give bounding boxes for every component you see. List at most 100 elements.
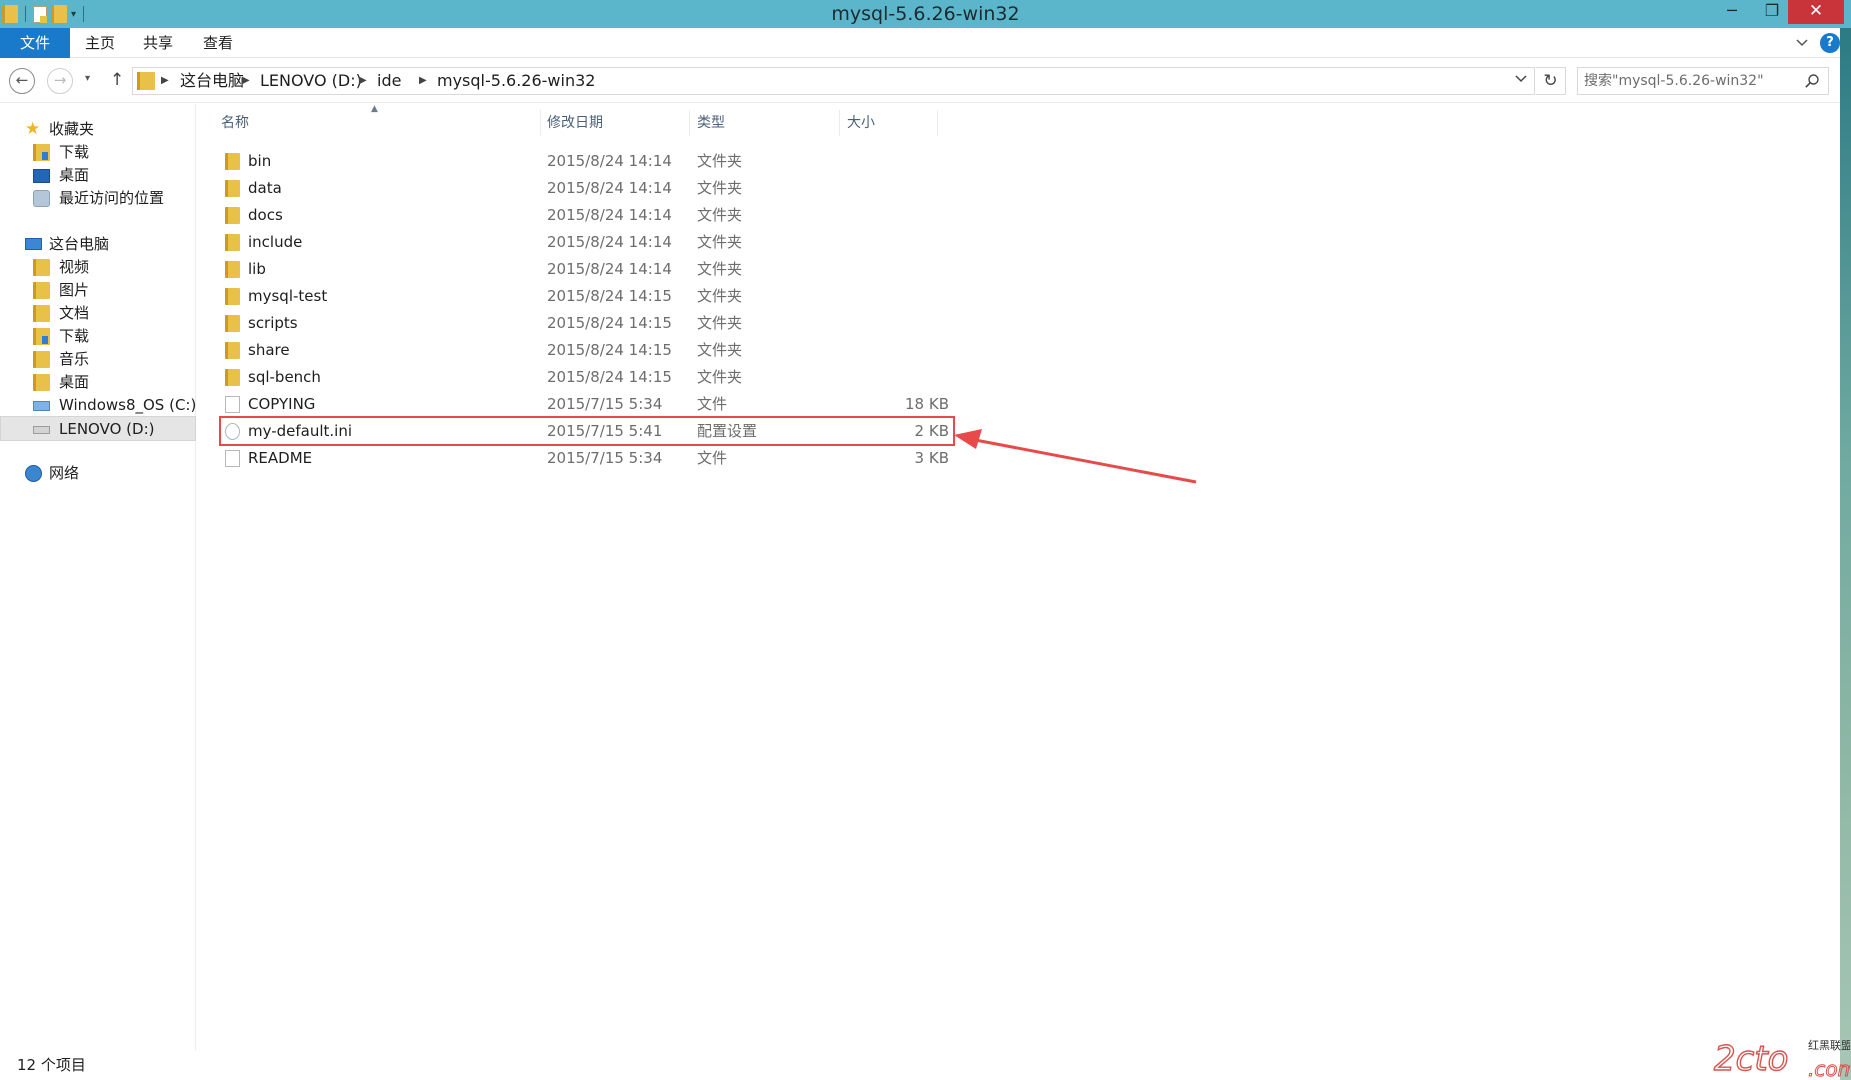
- sidebar-item-drive-d[interactable]: LENOVO (D:): [0, 416, 196, 441]
- expand-ribbon-chevron-icon[interactable]: [1795, 36, 1809, 50]
- breadcrumb-chevron-icon[interactable]: ▶: [419, 68, 427, 94]
- column-divider[interactable]: [937, 110, 938, 136]
- file-row-sql-bench[interactable]: sql-bench 2015/8/24 14:15 文件夹: [219, 364, 955, 390]
- search-input[interactable]: [1584, 71, 1794, 91]
- maximize-button[interactable]: ❐: [1752, 0, 1792, 24]
- file-name: include: [248, 233, 303, 251]
- file-size: [819, 175, 949, 201]
- file-name: scripts: [248, 314, 298, 332]
- search-icon[interactable]: [1804, 73, 1820, 89]
- sidebar-item-downloads-pc[interactable]: 下载: [0, 324, 196, 349]
- properties-icon[interactable]: [33, 5, 47, 23]
- sidebar-item-recent-places[interactable]: 最近访问的位置: [0, 186, 196, 211]
- back-button[interactable]: ←: [9, 68, 35, 94]
- sidebar-item-videos[interactable]: 视频: [0, 255, 196, 280]
- folder-icon: [225, 342, 240, 359]
- tab-share[interactable]: 共享: [138, 28, 178, 58]
- column-divider[interactable]: [689, 110, 690, 136]
- address-history-dropdown-icon[interactable]: [1514, 72, 1528, 86]
- sidebar-item-network[interactable]: 网络: [0, 461, 196, 486]
- folder-icon: [137, 72, 155, 90]
- desktop-folder-icon: [33, 374, 50, 391]
- refresh-button[interactable]: ↻: [1536, 67, 1566, 95]
- sidebar-item-label: 桌面: [59, 166, 90, 184]
- file-date: 2015/8/24 14:15: [547, 341, 672, 359]
- tab-home[interactable]: 主页: [80, 28, 120, 58]
- column-header-name[interactable]: 名称: [221, 110, 249, 136]
- folder-icon: [225, 369, 240, 386]
- breadcrumb-current-folder[interactable]: mysql-5.6.26-win32: [437, 68, 595, 94]
- file-row-copying[interactable]: COPYING 2015/7/15 5:34 文件 18 KB: [219, 391, 955, 417]
- sidebar-item-drive-c[interactable]: Windows8_OS (C:): [0, 393, 196, 418]
- sidebar-item-this-pc[interactable]: 这台电脑: [0, 232, 196, 257]
- file-row-scripts[interactable]: scripts 2015/8/24 14:15 文件夹: [219, 310, 955, 336]
- file-date: 2015/8/24 14:14: [547, 233, 672, 251]
- file-type: 文件夹: [697, 233, 743, 251]
- column-divider[interactable]: [839, 110, 840, 136]
- file-name: README: [248, 449, 313, 467]
- file-size: [819, 148, 949, 174]
- column-header-size[interactable]: 大小: [847, 110, 875, 136]
- sort-ascending-icon: ▲: [371, 104, 378, 114]
- sidebar-item-documents[interactable]: 文档: [0, 301, 196, 326]
- toolbar-separator: [25, 6, 26, 22]
- file-type: 文件夹: [697, 206, 743, 224]
- network-icon: [25, 465, 42, 482]
- up-button[interactable]: ↑: [110, 70, 124, 90]
- new-folder-icon[interactable]: [51, 5, 67, 23]
- file-date: 2015/7/15 5:34: [547, 449, 663, 467]
- file-row-data[interactable]: data 2015/8/24 14:14 文件夹: [219, 175, 955, 201]
- file-type: 文件夹: [697, 368, 743, 386]
- customize-toolbar-dropdown-icon[interactable]: ▾: [71, 9, 76, 20]
- column-header-type[interactable]: 类型: [697, 110, 725, 136]
- close-button[interactable]: ✕: [1788, 0, 1844, 24]
- file-icon: [225, 396, 240, 413]
- file-name: COPYING: [248, 395, 316, 413]
- downloads-folder-icon: [33, 328, 50, 345]
- sidebar-item-label: 下载: [59, 327, 90, 345]
- sidebar-item-downloads[interactable]: 下载: [0, 140, 196, 165]
- sidebar-item-label: 图片: [59, 281, 90, 299]
- site-watermark-logo: 2cto .com 红黑联盟: [1713, 1038, 1850, 1080]
- file-type: 文件夹: [697, 179, 743, 197]
- sidebar-item-pictures[interactable]: 图片: [0, 278, 196, 303]
- breadcrumb-chevron-icon[interactable]: ▶: [161, 68, 169, 94]
- sidebar-item-music[interactable]: 音乐: [0, 347, 196, 372]
- breadcrumb-ide[interactable]: ide: [377, 68, 401, 94]
- drive-c-icon: [33, 401, 50, 411]
- breadcrumb-lenovo-d[interactable]: LENOVO (D:): [260, 68, 362, 94]
- minimize-button[interactable]: ─: [1712, 0, 1752, 24]
- file-row-include[interactable]: include 2015/8/24 14:14 文件夹: [219, 229, 955, 255]
- file-row-lib[interactable]: lib 2015/8/24 14:14 文件夹: [219, 256, 955, 282]
- tab-file[interactable]: 文件: [0, 28, 70, 58]
- recent-locations-dropdown-icon[interactable]: ▾: [85, 73, 90, 84]
- column-divider[interactable]: [540, 110, 541, 136]
- downloads-folder-icon: [33, 144, 50, 161]
- breadcrumb-this-pc[interactable]: 这台电脑: [180, 68, 244, 94]
- sidebar-item-label: 文档: [59, 304, 90, 322]
- address-bar[interactable]: ▶ 这台电脑 ▶ LENOVO (D:) ▶ ide ▶ mysql-5.6.2…: [132, 67, 1535, 95]
- tab-view[interactable]: 查看: [198, 28, 238, 58]
- sidebar-item-desktop[interactable]: 桌面: [0, 163, 196, 188]
- file-size: [819, 283, 949, 309]
- sidebar-item-favorites[interactable]: ★ 收藏夹: [0, 117, 196, 142]
- music-folder-icon: [33, 351, 50, 368]
- search-box[interactable]: [1577, 67, 1829, 95]
- breadcrumb-chevron-icon[interactable]: ▶: [359, 68, 367, 94]
- sidebar-item-label: 下载: [59, 143, 90, 161]
- help-button[interactable]: ?: [1820, 33, 1840, 53]
- sidebar-item-desktop-pc[interactable]: 桌面: [0, 370, 196, 395]
- file-row-readme[interactable]: README 2015/7/15 5:34 文件 3 KB: [219, 445, 955, 471]
- folder-icon: [225, 261, 240, 278]
- column-header-date[interactable]: 修改日期: [547, 110, 603, 136]
- breadcrumb-chevron-icon[interactable]: ▶: [242, 68, 250, 94]
- file-row-mysql-test[interactable]: mysql-test 2015/8/24 14:15 文件夹: [219, 283, 955, 309]
- file-name: share: [248, 341, 290, 359]
- title-bar: ▾ mysql-5.6.26-win32 ─ ❐ ✕: [0, 0, 1851, 28]
- forward-button[interactable]: →: [47, 68, 73, 94]
- file-date: 2015/8/24 14:14: [547, 179, 672, 197]
- file-row-bin[interactable]: bin 2015/8/24 14:14 文件夹: [219, 148, 955, 174]
- file-row-docs[interactable]: docs 2015/8/24 14:14 文件夹: [219, 202, 955, 228]
- desktop-icon: [33, 169, 50, 183]
- file-row-share[interactable]: share 2015/8/24 14:15 文件夹: [219, 337, 955, 363]
